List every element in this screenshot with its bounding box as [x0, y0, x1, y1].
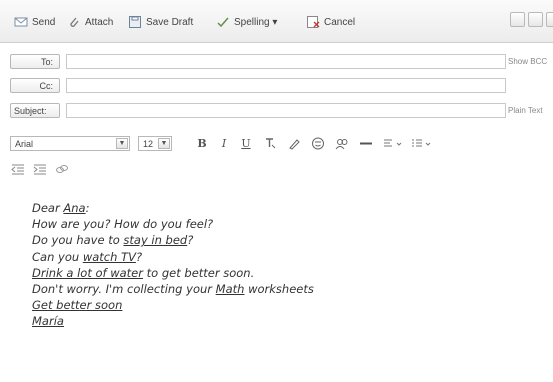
send-icon [14, 17, 28, 27]
view-mode-2-button[interactable] [528, 12, 543, 27]
font-family-select[interactable]: Arial ▼ [10, 136, 130, 151]
link-icon [56, 165, 68, 173]
chevron-down-icon: ▼ [158, 138, 170, 149]
outdent-button[interactable] [10, 162, 26, 177]
message-line-4: Can you watch TV? [32, 249, 532, 265]
bold-button[interactable]: B [194, 136, 210, 151]
indent-icon [33, 164, 46, 175]
spellcheck-icon [217, 17, 229, 28]
line-4-suffix: ? [135, 249, 143, 264]
attach-button[interactable]: Attach [67, 14, 113, 30]
attach-label: Attach [85, 16, 114, 28]
line-4-prefix: Can you [32, 249, 83, 264]
numbered-list-icon [412, 139, 431, 147]
font-family-value: Arial [15, 138, 34, 149]
subject-label: Subject: [10, 103, 60, 118]
pencil-icon [289, 139, 300, 150]
highlight-button[interactable] [286, 136, 302, 151]
insert-link-button[interactable] [54, 162, 70, 177]
message-body[interactable]: Dear Ana: How are you? How do you feel? … [32, 200, 532, 330]
to-input[interactable] [66, 54, 506, 69]
floppy-disk-icon [129, 16, 141, 28]
subject-input[interactable] [66, 103, 506, 118]
cancel-icon [307, 16, 320, 28]
text-color-button[interactable] [262, 136, 278, 151]
cc-label-button[interactable]: Cc: [10, 78, 60, 93]
send-button[interactable]: Send [14, 14, 55, 30]
greeting-prefix: Dear [32, 201, 64, 215]
format-toolbar: Arial ▼ 12 ▼ B I U [10, 136, 553, 188]
line-5-suffix: to get better soon. [143, 265, 255, 280]
line-3-prefix: Do you have to [32, 233, 124, 248]
italic-button[interactable]: I [216, 136, 232, 151]
outdent-icon [11, 164, 24, 175]
send-label: Send [32, 16, 56, 28]
message-line-5: Drink a lot of water to get better soon. [32, 265, 532, 281]
cc-row: Cc: [10, 78, 553, 94]
underline-button[interactable]: U [238, 136, 254, 151]
users-icon [335, 139, 348, 150]
save-draft-button[interactable]: Save Draft [128, 14, 193, 30]
recipient-name: Ana [63, 201, 86, 215]
save-draft-label: Save Draft [146, 16, 194, 28]
horizontal-rule-button[interactable] [358, 136, 374, 151]
font-size-value: 12 [143, 138, 154, 149]
line-3-suffix: ? [187, 233, 194, 248]
line-5-underlined: Drink a lot of water [32, 265, 143, 280]
spelling-button[interactable]: Spelling ▾ [216, 14, 277, 30]
text-color-icon [266, 138, 276, 149]
show-bcc-link[interactable]: Show BCC [508, 57, 547, 66]
message-line-3: Do you have to stay in bed? [32, 232, 532, 248]
view-toggle-group [510, 12, 553, 27]
line-6-suffix: worksheets [244, 282, 314, 297]
line-6-underlined: Math [215, 282, 245, 297]
smiley-icon [312, 137, 324, 150]
horizontal-line-icon [360, 142, 372, 145]
line-6-prefix: Don't worry. I'm collecting your [32, 282, 216, 297]
line-4-underlined: watch TV [82, 249, 136, 264]
spelling-label: Spelling ▾ [234, 16, 278, 28]
greeting-suffix: : [85, 201, 90, 215]
plain-text-link[interactable]: Plain Text [508, 106, 543, 115]
chevron-down-icon: ▼ [116, 138, 128, 149]
subject-row: Subject: Plain Text [10, 103, 553, 119]
emoticon-button[interactable] [310, 136, 326, 151]
cancel-button[interactable]: Cancel [306, 14, 355, 30]
signature: María [32, 314, 64, 329]
line-3-underlined: stay in bed [123, 233, 188, 248]
closing-line: Get better soon [32, 298, 123, 313]
indent-button[interactable] [32, 162, 48, 177]
view-mode-3-button[interactable] [546, 12, 553, 27]
view-mode-1-button[interactable] [510, 12, 525, 27]
message-line-6: Don't worry. I'm collecting your Math wo… [32, 281, 532, 297]
align-left-icon [384, 139, 402, 147]
list-button[interactable] [410, 136, 434, 151]
insert-image-button[interactable] [334, 136, 350, 151]
to-label-button[interactable]: To: [10, 54, 60, 69]
to-row: To: Show BCC [10, 54, 553, 70]
greeting-line: Dear Ana: [32, 200, 532, 216]
font-size-select[interactable]: 12 ▼ [138, 136, 172, 151]
cancel-label: Cancel [324, 16, 356, 28]
align-button[interactable] [382, 136, 406, 151]
compose-toolbar: Send Attach Save Draft Spelling ▾ Cancel [0, 0, 553, 43]
cc-input[interactable] [66, 78, 506, 93]
message-line-2: How are you? How do you feel? [32, 217, 214, 232]
paperclip-icon [70, 17, 79, 27]
